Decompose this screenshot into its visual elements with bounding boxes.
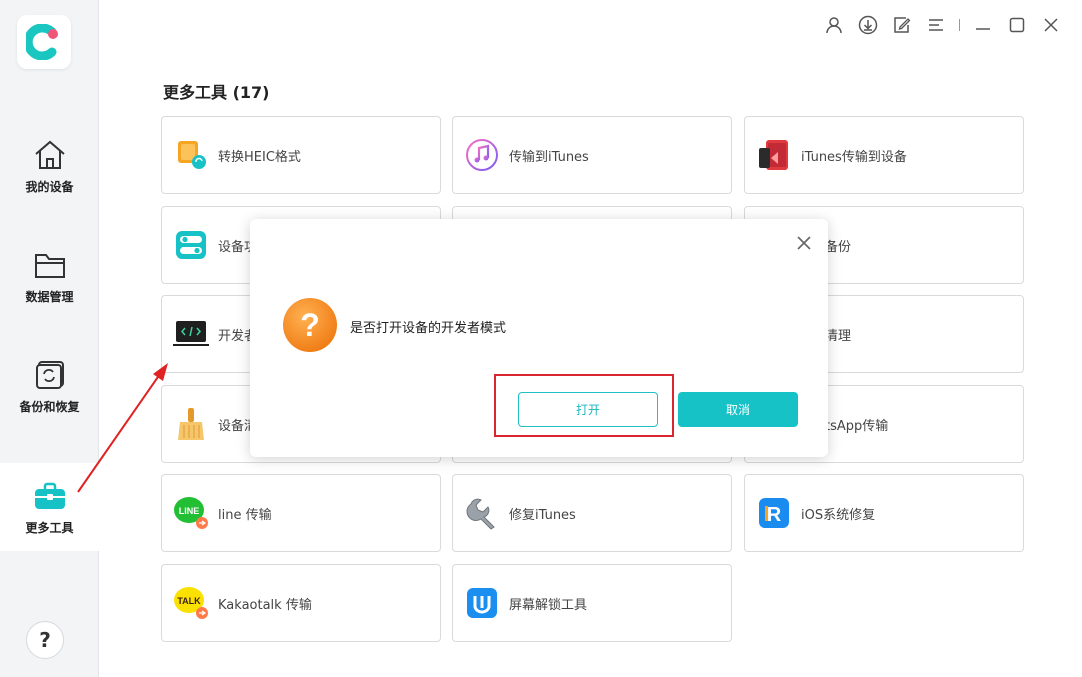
tool-label: iTunes传输到设备 [801, 149, 907, 165]
backup-restore-icon [33, 358, 67, 392]
toolbox-icon [33, 479, 67, 513]
dialog-message: 是否打开设备的开发者模式 [350, 321, 507, 336]
svg-text:R: R [767, 504, 782, 526]
wrench-icon [463, 494, 501, 532]
page-title: 更多工具 (17) [163, 83, 270, 102]
svg-text:?: ? [300, 307, 320, 343]
maximize-icon[interactable] [1000, 12, 1034, 38]
tool-card-ios-repair[interactable]: R iOS系统修复 [744, 474, 1024, 552]
sidebar-item-more-tools[interactable]: 更多工具 [0, 463, 99, 551]
tool-label: 传输到iTunes [509, 149, 589, 165]
tool-label: 修复iTunes [509, 507, 576, 523]
heic-convert-icon [172, 136, 210, 174]
question-icon: ? [282, 297, 338, 353]
tool-label: Kakaotalk 传输 [218, 597, 312, 613]
toggle-settings-icon [172, 226, 210, 264]
sidebar-item-label: 我的设备 [25, 179, 74, 194]
svg-text:LINE: LINE [179, 506, 200, 516]
itunes-icon [463, 136, 501, 174]
cancel-button[interactable]: 取消 [678, 392, 798, 427]
unlock-icon [463, 584, 501, 622]
tool-label: iOS系统修复 [801, 507, 876, 523]
user-icon[interactable] [817, 12, 851, 38]
tool-card-screen-unlock[interactable]: 屏幕解锁工具 [452, 564, 732, 642]
tool-card-heic[interactable]: 转换HEIC格式 [161, 116, 441, 194]
minimize-icon[interactable] [966, 12, 1000, 38]
tool-label: 备份 [825, 239, 852, 255]
app-window: 我的设备 数据管理 备份和恢复 更多工具 ? 更多工具 (17) 转换HEIC格… [0, 0, 1082, 677]
close-icon[interactable] [1034, 12, 1068, 38]
app-logo-icon [17, 15, 71, 69]
tool-card-to-itunes[interactable]: 传输到iTunes [452, 116, 732, 194]
download-icon[interactable] [851, 12, 885, 38]
folder-icon [33, 248, 67, 282]
reiboot-icon: R [755, 494, 793, 532]
home-icon [33, 138, 67, 172]
developer-mode-dialog: ? 是否打开设备的开发者模式 打开 取消 [250, 219, 828, 457]
titlebar-divider [959, 19, 960, 31]
tool-card-line[interactable]: LINE line 传输 [161, 474, 441, 552]
svg-text:TALK: TALK [177, 596, 201, 606]
phone-transfer-icon [755, 136, 793, 174]
developer-icon [172, 315, 210, 353]
dialog-close-icon[interactable] [794, 233, 814, 253]
edit-icon[interactable] [885, 12, 919, 38]
line-icon: LINE [172, 494, 210, 532]
tool-label: 转换HEIC格式 [218, 149, 301, 165]
sidebar-item-label: 备份和恢复 [19, 399, 80, 414]
broom-icon [172, 405, 210, 443]
titlebar [817, 12, 1068, 38]
menu-icon[interactable] [919, 12, 953, 38]
sidebar-item-label: 数据管理 [25, 289, 74, 304]
tool-card-repair-itunes[interactable]: 修复iTunes [452, 474, 732, 552]
sidebar-item-label: 更多工具 [25, 520, 74, 535]
open-button[interactable]: 打开 [518, 392, 658, 427]
tool-label: 清理 [825, 328, 852, 344]
sidebar-item-my-device[interactable]: 我的设备 [0, 122, 99, 210]
help-button[interactable]: ? [26, 621, 64, 659]
tool-card-itunes-to-device[interactable]: iTunes传输到设备 [744, 116, 1024, 194]
kakaotalk-icon: TALK [172, 584, 210, 622]
help-icon: ? [39, 628, 51, 652]
sidebar: 我的设备 数据管理 备份和恢复 更多工具 ? [0, 0, 99, 677]
tool-label: 屏幕解锁工具 [509, 597, 588, 613]
sidebar-item-data-management[interactable]: 数据管理 [0, 232, 99, 320]
sidebar-item-backup-restore[interactable]: 备份和恢复 [0, 342, 99, 430]
tool-card-kakaotalk[interactable]: TALK Kakaotalk 传输 [161, 564, 441, 642]
tool-label: tsApp传输 [825, 418, 889, 434]
tool-label: line 传输 [218, 507, 272, 523]
